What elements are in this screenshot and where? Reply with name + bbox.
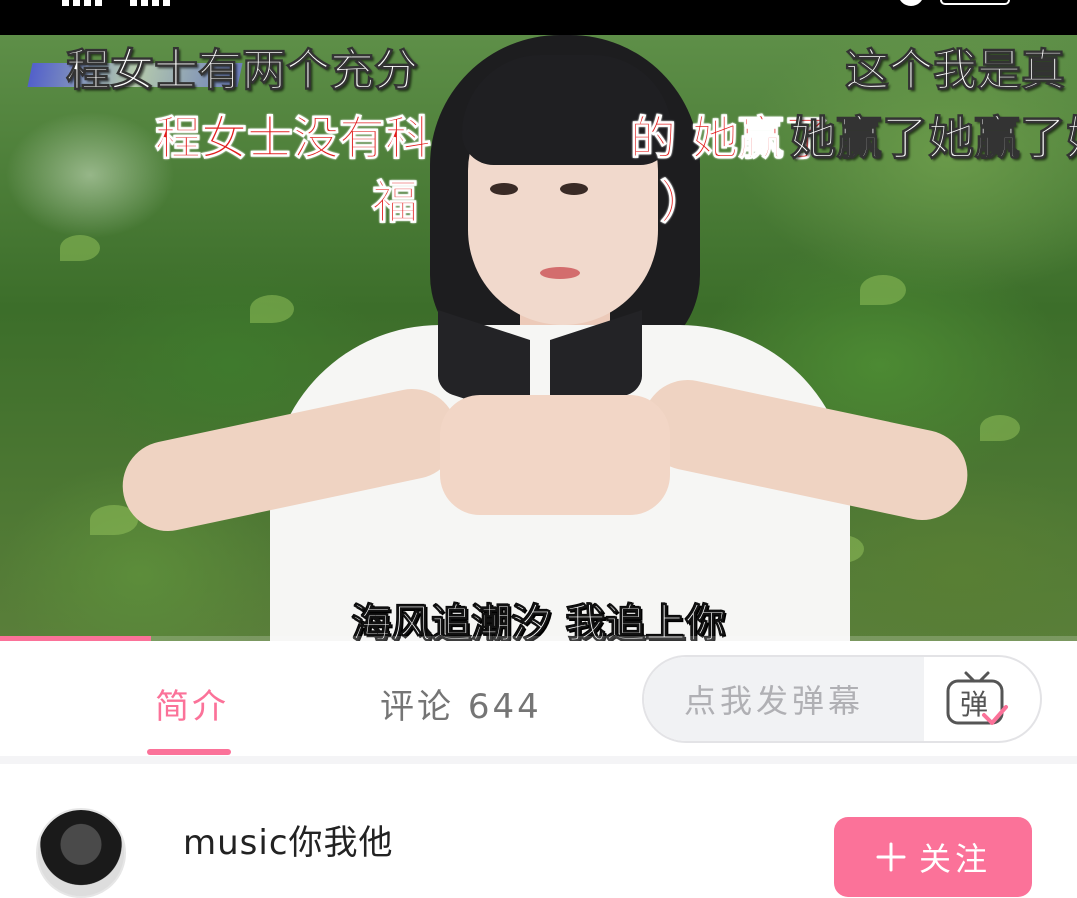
danmaku-comment: 程女士没有科 — [155, 111, 432, 165]
tab-intro[interactable]: 简介 — [155, 679, 229, 728]
status-bar — [0, 0, 1077, 35]
danmaku-input[interactable]: 点我发弹幕 — [644, 657, 924, 741]
danmaku-comment: 这个我是真 — [845, 45, 1066, 96]
follow-label: 关注 — [918, 841, 991, 877]
tab-comments-count: 644 — [467, 687, 542, 727]
danmaku-comment: 福 — [372, 175, 419, 229]
danmaku-send-box: 点我发弹幕 弹 — [642, 655, 1042, 743]
tab-intro-label: 简介 — [155, 687, 229, 727]
tab-comments[interactable]: 评论 644 — [380, 679, 542, 728]
follow-button[interactable]: 关注 — [834, 817, 1032, 897]
leaf-shape — [250, 295, 294, 323]
leaf-shape — [60, 235, 100, 261]
danmaku-tv-icon: 弹 — [946, 671, 1008, 725]
danmaku-comment: ） — [660, 175, 707, 229]
alarm-icon — [898, 0, 924, 6]
tab-bar: 简介 评论 644 点我发弹幕 弹 — [0, 641, 1077, 756]
person-lips — [540, 267, 580, 279]
danmaku-input-placeholder: 点我发弹幕 — [684, 682, 865, 720]
author-avatar[interactable] — [36, 808, 126, 898]
person-hands — [440, 395, 670, 515]
battery-icon — [940, 0, 1010, 5]
plus-icon — [876, 842, 906, 872]
section-divider — [0, 756, 1077, 764]
danmaku-comment: 程女士有两个充分 — [66, 45, 419, 96]
tab-comments-label: 评论 — [380, 687, 454, 727]
video-subtitle: 海风追潮汐 我追上你 — [351, 601, 726, 642]
leaf-shape — [980, 415, 1020, 441]
danmaku-comment: 她赢了她赢了她 — [790, 111, 1077, 165]
video-player[interactable]: 程女士有两个充分 这个我是真 程女士没有科 的 她赢了 她赢了她赢了她 福 ） … — [0, 35, 1077, 641]
danmaku-toggle-icon[interactable]: 弹 — [944, 669, 1010, 729]
author-name[interactable]: music你我他 — [183, 815, 394, 864]
person-eye — [560, 183, 588, 195]
signal-icon-2 — [130, 0, 170, 6]
active-tab-indicator — [147, 749, 231, 755]
signal-icon — [62, 0, 102, 6]
person-eye — [490, 183, 518, 195]
leaf-shape — [860, 275, 906, 305]
